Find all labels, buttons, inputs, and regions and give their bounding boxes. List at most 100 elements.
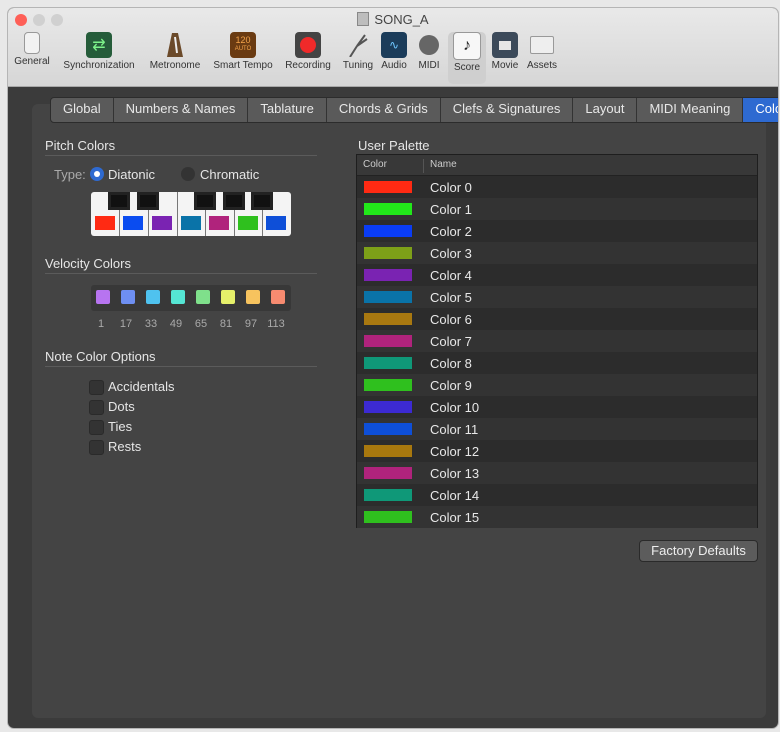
tab-global[interactable]: Global (51, 98, 114, 122)
pitch-color-swatch[interactable] (123, 216, 143, 230)
palette-color-swatch[interactable] (364, 269, 412, 281)
palette-row[interactable]: Color 11 (357, 418, 757, 440)
palette-color-swatch[interactable] (364, 313, 412, 325)
palette-row[interactable]: Color 9 (357, 374, 757, 396)
tab-midi-meaning[interactable]: MIDI Meaning (637, 98, 744, 122)
palette-color-name[interactable]: Color 4 (430, 268, 472, 283)
metronome-icon (162, 32, 188, 58)
black-key (194, 192, 216, 210)
palette-color-name[interactable]: Color 8 (430, 356, 472, 371)
toolbar-metronome[interactable]: Metronome (144, 32, 206, 71)
tab-chords-grids[interactable]: Chords & Grids (327, 98, 441, 122)
music-note-icon: ♪ (453, 32, 481, 60)
palette-row[interactable]: Color 0 (357, 176, 757, 198)
type-label: Type: (54, 167, 86, 182)
palette-color-name[interactable]: Color 12 (430, 444, 479, 459)
factory-defaults-button[interactable]: Factory Defaults (639, 540, 758, 562)
velocity-color-swatch[interactable] (246, 290, 260, 304)
velocity-color-swatch[interactable] (196, 290, 210, 304)
checkbox-rests[interactable] (89, 440, 104, 455)
palette-color-swatch[interactable] (364, 423, 412, 435)
palette-color-swatch[interactable] (364, 445, 412, 457)
palette-color-name[interactable]: Color 10 (430, 400, 479, 415)
palette-color-name[interactable]: Color 9 (430, 378, 472, 393)
tab-clefs-signatures[interactable]: Clefs & Signatures (441, 98, 574, 122)
col-header-color[interactable]: Color (363, 159, 387, 170)
checkbox-ties[interactable] (89, 420, 104, 435)
velocity-color-swatch[interactable] (96, 290, 110, 304)
palette-row[interactable]: Color 3 (357, 242, 757, 264)
palette-row[interactable]: Color 15 (357, 506, 757, 528)
col-header-name[interactable]: Name (423, 159, 457, 173)
palette-row[interactable]: Color 5 (357, 286, 757, 308)
velocity-color-swatch[interactable] (271, 290, 285, 304)
pitch-color-swatch[interactable] (181, 216, 201, 230)
palette-row[interactable]: Color 1 (357, 198, 757, 220)
palette-color-swatch[interactable] (364, 401, 412, 413)
palette-color-name[interactable]: Color 13 (430, 466, 479, 481)
pitch-color-swatch[interactable] (152, 216, 172, 230)
tab-layout[interactable]: Layout (573, 98, 638, 122)
radio-diatonic[interactable] (90, 167, 104, 181)
palette-color-swatch[interactable] (364, 489, 412, 501)
toolbar-smart-tempo[interactable]: 120 AUTO Smart Tempo (208, 32, 278, 71)
palette-row[interactable]: Color 12 (357, 440, 757, 462)
toolbar-midi-label: MIDI (418, 60, 440, 71)
palette-color-name[interactable]: Color 7 (430, 334, 472, 349)
toolbar-movie[interactable]: Movie (488, 32, 522, 71)
palette-color-name[interactable]: Color 15 (430, 510, 479, 525)
radio-chromatic[interactable] (181, 167, 195, 181)
palette-color-swatch[interactable] (364, 511, 412, 523)
user-palette-title: User Palette (358, 138, 430, 153)
toolbar-synchronization[interactable]: ⇄ Synchronization (56, 32, 142, 71)
palette-row[interactable]: Color 4 (357, 264, 757, 286)
palette-color-name[interactable]: Color 5 (430, 290, 472, 305)
toolbar-midi[interactable]: MIDI (412, 32, 446, 71)
toolbar-audio[interactable]: ∿ Audio (378, 32, 410, 71)
checkbox-accidentals[interactable] (89, 380, 104, 395)
palette-color-swatch[interactable] (364, 203, 412, 215)
palette-color-name[interactable]: Color 3 (430, 246, 472, 261)
palette-color-swatch[interactable] (364, 291, 412, 303)
toolbar-tuning[interactable]: Tuning (338, 32, 378, 71)
pitch-color-swatch[interactable] (95, 216, 115, 230)
palette-row[interactable]: Color 7 (357, 330, 757, 352)
velocity-color-swatch[interactable] (121, 290, 135, 304)
tab-tablature[interactable]: Tablature (248, 98, 327, 122)
velocity-color-swatch[interactable] (146, 290, 160, 304)
palette-row[interactable]: Color 2 (357, 220, 757, 242)
toolbar-assets[interactable]: Assets (522, 32, 562, 71)
velocity-color-swatch[interactable] (221, 290, 235, 304)
palette-color-swatch[interactable] (364, 467, 412, 479)
pitch-color-swatch[interactable] (209, 216, 229, 230)
palette-color-swatch[interactable] (364, 181, 412, 193)
palette-color-name[interactable]: Color 1 (430, 202, 472, 217)
palette-color-name[interactable]: Color 2 (430, 224, 472, 239)
pitch-color-swatch[interactable] (238, 216, 258, 230)
palette-color-swatch[interactable] (364, 247, 412, 259)
palette-row[interactable]: Color 14 (357, 484, 757, 506)
palette-color-swatch[interactable] (364, 357, 412, 369)
pitch-color-swatch[interactable] (266, 216, 286, 230)
toolbar-general[interactable]: General (10, 32, 54, 67)
palette-row[interactable]: Color 8 (357, 352, 757, 374)
tab-numbers-names[interactable]: Numbers & Names (114, 98, 249, 122)
tab-colors[interactable]: Colors (743, 98, 778, 122)
palette-row[interactable]: Color 13 (357, 462, 757, 484)
record-icon (295, 32, 321, 58)
palette-color-name[interactable]: Color 14 (430, 488, 479, 503)
toolbar-assets-label: Assets (526, 60, 557, 71)
palette-color-name[interactable]: Color 11 (430, 422, 478, 437)
palette-color-name[interactable]: Color 6 (430, 312, 472, 327)
toolbar-score[interactable]: ♪ Score (448, 32, 486, 84)
velocity-color-swatch[interactable] (171, 290, 185, 304)
palette-color-swatch[interactable] (364, 225, 412, 237)
palette-color-swatch[interactable] (364, 335, 412, 347)
palette-color-swatch[interactable] (364, 379, 412, 391)
toolbar-recording[interactable]: Recording (280, 32, 336, 71)
palette-row[interactable]: Color 6 (357, 308, 757, 330)
checkbox-dots-label: Dots (108, 399, 135, 414)
palette-row[interactable]: Color 10 (357, 396, 757, 418)
checkbox-dots[interactable] (89, 400, 104, 415)
palette-color-name[interactable]: Color 0 (430, 180, 472, 195)
